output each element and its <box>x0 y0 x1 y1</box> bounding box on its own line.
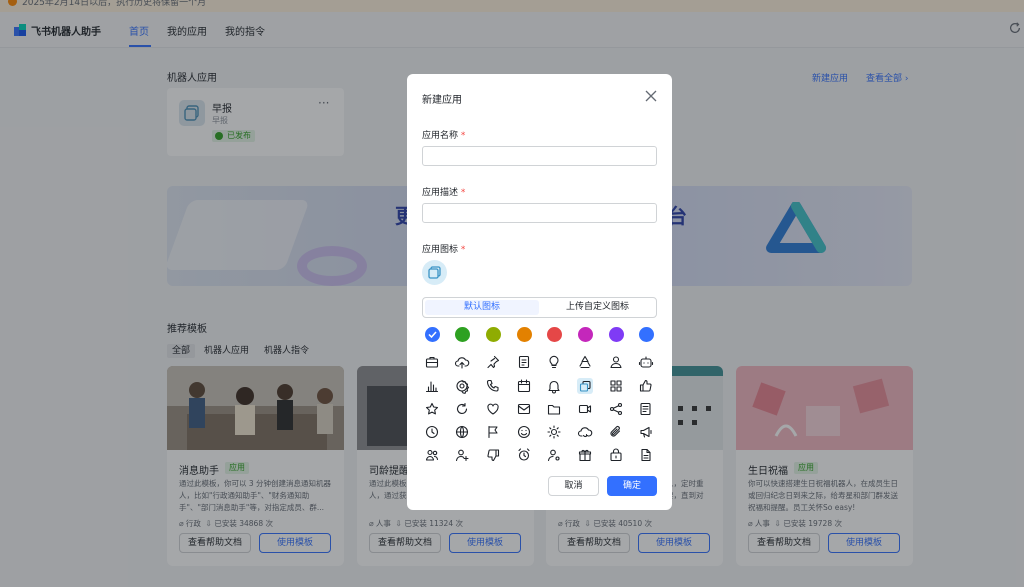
flag-icon[interactable] <box>485 424 501 440</box>
color-option[interactable] <box>486 327 501 342</box>
default-icons-tab[interactable]: 默认图标 <box>425 300 539 315</box>
recycle-icon[interactable] <box>577 354 593 370</box>
alarm-icon[interactable] <box>516 447 532 463</box>
smile-icon[interactable] <box>516 424 532 440</box>
video-icon[interactable] <box>577 401 593 417</box>
app-desc-input[interactable] <box>422 203 657 223</box>
bell-icon[interactable] <box>546 378 562 394</box>
document-icon[interactable] <box>516 354 532 370</box>
cloud-sync-icon[interactable] <box>577 424 593 440</box>
color-option[interactable] <box>547 327 562 342</box>
color-option[interactable] <box>517 327 532 342</box>
pin-icon[interactable] <box>485 354 501 370</box>
gear-icon[interactable] <box>454 378 470 394</box>
add-user-icon[interactable] <box>454 447 470 463</box>
dialog-title: 新建应用 <box>422 95 462 106</box>
new-app-dialog: 新建应用 应用名称 * 应用描述 * 应用图标 * 默认图标 上传自定义图标 取… <box>407 74 672 510</box>
color-option[interactable] <box>578 327 593 342</box>
user-settings-icon[interactable] <box>546 447 562 463</box>
clock-icon[interactable] <box>424 424 440 440</box>
color-option[interactable] <box>455 327 470 342</box>
app-name-input[interactable] <box>422 146 657 166</box>
refresh-icon[interactable] <box>454 401 470 417</box>
bar-chart-icon[interactable] <box>424 378 440 394</box>
gift-icon[interactable] <box>577 447 593 463</box>
grid-icon[interactable] <box>608 378 624 394</box>
color-option[interactable] <box>425 327 440 342</box>
name-label: 应用名称 * <box>422 131 466 141</box>
color-option[interactable] <box>609 327 624 342</box>
megaphone-icon[interactable] <box>638 424 654 440</box>
app-icon[interactable] <box>577 378 593 394</box>
mail-icon[interactable] <box>516 401 532 417</box>
robot-icon[interactable] <box>638 354 654 370</box>
star-icon[interactable] <box>424 401 440 417</box>
color-option[interactable] <box>639 327 654 342</box>
desc-label: 应用描述 * <box>422 188 466 198</box>
share-icon[interactable] <box>608 401 624 417</box>
cloud-upload-icon[interactable] <box>454 354 470 370</box>
globe-icon[interactable] <box>454 424 470 440</box>
calendar-icon[interactable] <box>516 378 532 394</box>
thumbs-up-icon[interactable] <box>638 378 654 394</box>
cancel-button[interactable]: 取消 <box>548 476 599 496</box>
icon-label: 应用图标 * <box>422 245 466 255</box>
phone-icon[interactable] <box>485 378 501 394</box>
lock-bag-icon[interactable] <box>608 447 624 463</box>
selected-app-icon <box>422 260 447 285</box>
sun-icon[interactable] <box>546 424 562 440</box>
paperclip-icon[interactable] <box>608 424 624 440</box>
heart-icon[interactable] <box>485 401 501 417</box>
thumbs-down-icon[interactable] <box>485 447 501 463</box>
bulb-icon[interactable] <box>546 354 562 370</box>
file-icon[interactable] <box>638 447 654 463</box>
user-icon[interactable] <box>608 354 624 370</box>
upload-icon-tab[interactable]: 上传自定义图标 <box>541 300 654 315</box>
form-icon[interactable] <box>638 401 654 417</box>
folder-icon[interactable] <box>546 401 562 417</box>
close-icon[interactable] <box>645 90 657 102</box>
briefcase-icon[interactable] <box>424 354 440 370</box>
confirm-button[interactable]: 确定 <box>607 476 657 496</box>
team-icon[interactable] <box>424 447 440 463</box>
icon-source-switch: 默认图标 上传自定义图标 <box>422 297 657 318</box>
